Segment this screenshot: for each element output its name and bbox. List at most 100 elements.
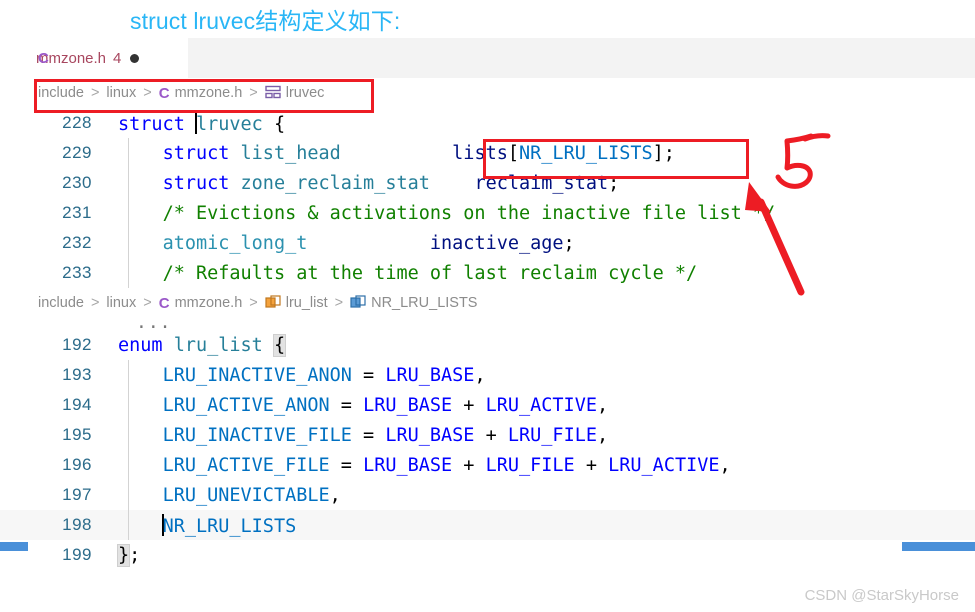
breadcrumb-item-nr-lru-lists[interactable]: NR_LRU_LISTS [350,294,477,312]
breadcrumb-item-lru-list[interactable]: lru_list [265,294,328,312]
tab-strip-empty-area [188,38,975,78]
code-token: ; [129,544,141,566]
chevron-right-icon: > [249,295,258,311]
code-token: LRU_ACTIVE_ANON [162,394,330,416]
code-line-text: /* Refaults at the time of last reclaim … [110,262,698,284]
breadcrumb-item-include[interactable]: include [38,85,84,101]
code-token: = [329,394,364,416]
code-token: LRU_BASE [363,454,453,476]
code-token: LRU_ACTIVE_FILE [162,454,330,476]
line-number: 232 [62,233,92,252]
code-token: , [596,424,609,446]
code-token: lru_list [173,334,274,356]
code-token: NR_LRU_LISTS [162,515,297,537]
chevron-right-icon: > [334,295,344,311]
tab-problem-count: 4 [113,49,122,67]
code-token: , [329,484,341,506]
line-number: 196 [62,455,92,474]
code-token: [ [507,142,520,164]
editor-tab-mmzone-h[interactable]: C mmzone.h 4 [0,38,188,78]
code-token: ; [608,172,620,194]
code-line[interactable]: 229 struct list_head lists[NR_LRU_LISTS]… [0,138,975,168]
breadcrumb-item-lruvec[interactable]: lruvec [265,84,324,103]
line-number: 192 [62,335,92,354]
breadcrumb-item-mmzone-h[interactable]: C mmzone.h [159,85,243,102]
code-block-enum-lru-list[interactable]: ... 192 enum lru_list { 193 LRU_INACTIVE_AN… [0,318,975,570]
chevron-right-icon: > [90,85,100,101]
code-token: LRU_BASE [385,424,475,446]
breadcrumb-item-mmzone-h[interactable]: C mmzone.h [159,295,243,312]
code-line[interactable]: 232 atomic_long_t inactive_age; [0,228,975,258]
code-token: LRU_BASE [385,364,475,386]
breadcrumb-enum-lru-list[interactable]: include > linux > C mmzone.h > lru_list … [0,288,975,318]
line-number: 198 [62,515,92,534]
code-line-text: LRU_INACTIVE_FILE = LRU_BASE + LRU_FILE, [110,424,609,446]
code-token: NR_LRU_LISTS [519,142,653,164]
code-line[interactable]: 197 LRU_UNEVICTABLE, [0,480,975,510]
watermark: CSDN @StarSkyHorse [804,587,959,604]
code-line[interactable]: 194 LRU_ACTIVE_ANON = LRU_BASE + LRU_ACT… [0,390,975,420]
code-token: struct [118,113,196,135]
code-token: enum [118,334,174,356]
code-token: , [474,364,486,386]
code-line[interactable]: 231 /* Evictions & activations on the in… [0,198,975,228]
code-line-text: struct lruvec { [110,111,285,135]
edge-marker-right [902,542,975,551]
folded-region-gap: ... [0,318,975,333]
code-token: atomic_long_t [162,232,308,254]
code-line[interactable]: 193 LRU_INACTIVE_ANON = LRU_BASE, [0,360,975,390]
code-token: + [452,454,486,476]
code-token: + [574,454,609,476]
line-number: 233 [62,263,92,282]
code-line-text: LRU_ACTIVE_FILE = LRU_BASE + LRU_FILE + … [110,455,731,476]
code-token: LRU_FILE [507,424,597,446]
code-line-text: LRU_UNEVICTABLE, [110,485,341,506]
breadcrumb-item-linux[interactable]: linux [106,295,136,311]
breadcrumb-item-linux[interactable]: linux [106,85,136,101]
unsaved-dot-icon [130,53,140,63]
code-line[interactable]: 230 struct zone_reclaim_stat reclaim_sta… [0,168,975,198]
code-token: /* Evictions & activations on the inacti… [162,202,776,224]
code-token: zone_reclaim_stat [240,172,430,194]
code-line[interactable]: 195 LRU_INACTIVE_FILE = LRU_BASE + LRU_F… [0,420,975,450]
code-line[interactable]: 228 struct lruvec { [0,108,975,138]
code-line-text: }; [110,543,141,567]
code-line-text: LRU_ACTIVE_ANON = LRU_BASE + LRU_ACTIVE, [110,394,609,416]
code-line-text: NR_LRU_LISTS [110,513,297,537]
breadcrumb-struct-lruvec[interactable]: include > linux > C mmzone.h > lruvec [0,78,975,108]
c-file-icon: C [38,49,49,67]
code-line[interactable]: 233 /* Refaults at the time of last recl… [0,258,975,288]
editor-tab-strip: C mmzone.h 4 [0,38,975,78]
breadcrumb-item-include[interactable]: include [38,295,84,311]
code-line[interactable]: 196 LRU_ACTIVE_FILE = LRU_BASE + LRU_FIL… [0,450,975,480]
code-line-text: enum lru_list { [110,333,287,357]
line-number: 197 [62,485,92,504]
line-number: 229 [62,143,92,162]
page-title: struct lruvec结构定义如下: [0,0,975,38]
code-line[interactable]: 198 NR_LRU_LISTS [0,510,975,540]
code-line[interactable]: 199}; [0,540,975,570]
code-token: lists [452,142,508,164]
code-token: list_head [240,142,341,164]
code-line[interactable]: 192 enum lru_list { [0,330,975,360]
code-token: /* Refaults at the time of last reclaim … [162,262,698,284]
code-token: lruvec [195,113,274,135]
chevron-right-icon: > [249,85,258,101]
c-file-icon: C [158,294,170,312]
code-block-struct-lruvec[interactable]: 228 struct lruvec {229 struct list_head l… [0,108,975,288]
code-token: + [474,424,508,446]
code-line-text: atomic_long_t inactive_age; [110,233,575,254]
enum-member-symbol-icon [350,295,366,313]
line-number: 195 [62,425,92,444]
page-title-text: struct lruvec结构定义如下: [130,8,401,34]
struct-symbol-icon [265,85,281,103]
code-token: LRU_FILE [485,454,575,476]
chevron-right-icon: > [143,295,152,311]
